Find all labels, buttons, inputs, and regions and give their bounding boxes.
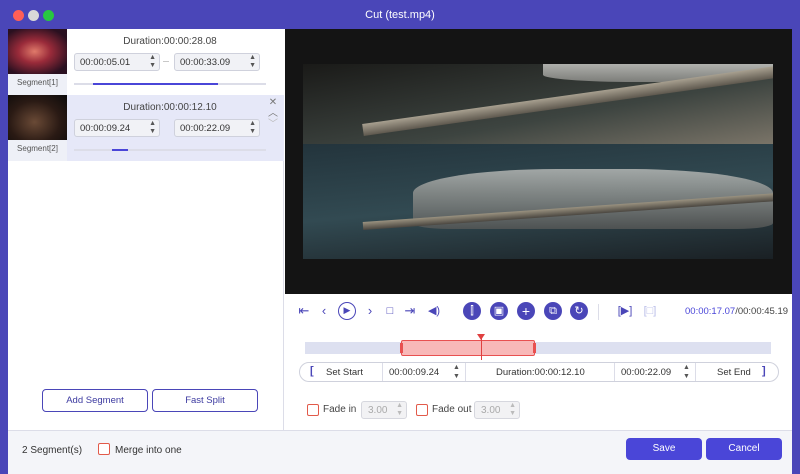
segment-item-2[interactable]: Segment[2] Duration:00:00:12.10 00:00:09… [8,95,284,161]
segment-label: Segment[1] [17,78,58,87]
end-time-input[interactable]: 00:00:22.09 [621,363,671,381]
timeline-selection[interactable] [400,340,536,356]
move-up-icon[interactable]: ︿ [266,108,280,119]
merge-checkbox[interactable] [98,443,110,455]
fade-in-input[interactable]: 3.00 ▲ ▼ [361,401,407,419]
segment-item-1[interactable]: Segment[1] Duration:00:00:28.08 00:00:05… [8,29,284,95]
segment-end-time-input[interactable]: 00:00:33.09 ▲ ▼ [174,53,260,71]
divider [614,363,615,381]
start-time-stepper-icon[interactable]: ▲ ▼ [453,363,460,381]
save-button[interactable]: Save [626,438,702,460]
fade-in-label: Fade in [323,404,357,415]
segment-start-value: 00:00:09.24 [80,123,131,134]
add-icon[interactable]: + [517,302,535,320]
selection-end-handle[interactable] [533,343,536,353]
volume-icon[interactable]: ◀) [425,302,443,320]
move-down-icon[interactable]: ﹀ [266,119,280,130]
divider [695,363,696,381]
end-bracket-icon[interactable]: ] [762,365,766,377]
thumbnail-image [8,29,67,74]
preview-icon[interactable]: [▶] [616,302,634,320]
selection-start-handle[interactable] [400,343,403,353]
divider [382,363,383,381]
segment-range-fill [112,149,128,151]
bottom-bar: 2 Segment(s) Merge into one Save Cancel [8,430,792,474]
fade-in-stepper-icon[interactable]: ▲ ▼ [396,402,403,418]
segment-end-value: 00:00:33.09 [180,57,231,68]
cancel-button[interactable]: Cancel [706,438,782,460]
play-icon[interactable]: ▶ [338,302,356,320]
segment-start-time-input[interactable]: 00:00:05.01 ▲ ▼ [74,53,160,71]
start-bracket-icon[interactable]: [ [310,365,314,377]
window-title: Cut (test.mp4) [365,9,435,21]
segment-start-value: 00:00:05.01 [80,57,131,68]
fade-out-stepper-icon[interactable]: ▲ ▼ [509,402,516,418]
segment-label: Segment[2] [17,144,58,153]
video-frame [303,64,773,259]
time-separator [163,61,169,62]
crop-icon[interactable]: ▣ [490,302,508,320]
thumbnail-image [8,95,67,140]
start-stepper-icon[interactable]: ▲ ▼ [149,54,156,70]
fade-out-value: 3.00 [481,405,501,416]
edit-duration: Duration:00:00:12.10 [496,367,585,378]
start-time-input[interactable]: 00:00:09.24 [389,363,439,381]
next-frame-icon[interactable]: › [361,302,379,320]
delete-segment-icon[interactable]: ✕ [266,97,280,108]
segment-count: 2 Segment(s) [22,445,83,456]
divider [465,363,466,381]
cut-window: Cut (test.mp4) Segment[1] Duration:00:00… [0,0,800,474]
toolbar-separator [598,304,599,320]
current-time: 00:00:17.07 [685,306,736,317]
reset-icon[interactable]: ↻ [570,302,588,320]
end-stepper-icon[interactable]: ▲ ▼ [249,120,256,136]
merge-label: Merge into one [115,445,182,456]
playhead-marker-icon[interactable] [477,334,485,340]
copy-icon[interactable]: ⧉ [544,302,562,320]
segment-range-bar [74,149,266,151]
segment-end-time-input[interactable]: 00:00:22.09 ▲ ▼ [174,119,260,137]
set-end-button[interactable]: Set End [717,363,751,381]
fade-out-checkbox[interactable] [416,404,428,416]
dialog-body: Segment[1] Duration:00:00:28.08 00:00:05… [8,29,792,474]
fade-out-input[interactable]: 3.00 ▲ ▼ [474,401,520,419]
segment-duration: Duration:00:00:28.08 [123,36,217,47]
segment-thumbnail: Segment[1] [8,29,67,95]
time-readout: 00:00:17.07/00:00:45.19 [685,306,788,317]
trim-editor: [ Set Start 00:00:09.24 ▲ ▼ Duration:00:0… [299,362,779,382]
skip-start-icon[interactable]: ⇤ [295,302,313,320]
split-icon[interactable]: ⫿ [463,302,481,320]
start-stepper-icon[interactable]: ▲ ▼ [149,120,156,136]
end-stepper-icon[interactable]: ▲ ▼ [249,54,256,70]
video-preview[interactable] [285,29,792,294]
fade-out-label: Fade out [432,404,472,415]
fade-in-checkbox[interactable] [307,404,319,416]
title-bar: Cut (test.mp4) [0,0,800,30]
prev-frame-icon[interactable]: ‹ [315,302,333,320]
total-time: /00:00:45.19 [735,306,789,317]
playback-toolbar: ⇤ ‹ ▶ › □ ⇥ ◀) ⫿ ▣ + ⧉ ↻ [▶] [□] 00:00:1… [285,294,792,334]
stop-icon[interactable]: □ [381,302,399,320]
set-start-button[interactable]: Set Start [326,363,363,381]
fast-split-button[interactable]: Fast Split [152,389,258,412]
segment-range-fill [93,83,218,85]
segment-duration: Duration:00:00:12.10 [123,102,217,113]
end-time-stepper-icon[interactable]: ▲ ▼ [683,363,690,381]
segment-thumbnail: Segment[2] [8,95,67,161]
add-segment-button[interactable]: Add Segment [42,389,148,412]
fullscreen-icon[interactable]: [□] [641,302,659,320]
segment-controls: ✕ ︿ ﹀ [266,97,280,130]
timeline-track[interactable] [305,334,771,360]
segment-range-bar [74,83,266,85]
fade-options: Fade in 3.00 ▲ ▼ Fade out 3.00 ▲ ▼ [299,401,779,421]
skip-end-icon[interactable]: ⇥ [401,302,419,320]
segment-end-value: 00:00:22.09 [180,123,231,134]
fade-in-value: 3.00 [368,405,388,416]
playhead[interactable] [477,334,485,360]
segment-start-time-input[interactable]: 00:00:09.24 ▲ ▼ [74,119,160,137]
segment-list: Segment[1] Duration:00:00:28.08 00:00:05… [8,29,284,430]
